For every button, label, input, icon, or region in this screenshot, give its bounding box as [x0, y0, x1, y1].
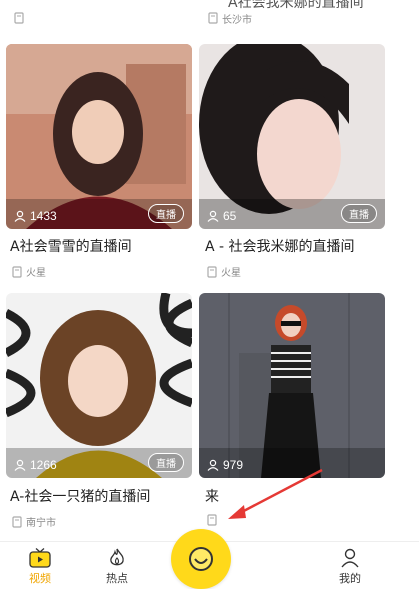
viewer-count-badge: 1433 [14, 209, 57, 223]
person-icon [14, 210, 26, 222]
stream-location: 火星 [12, 264, 46, 279]
flame-icon [110, 548, 124, 566]
thumbnail-image-4 [199, 293, 385, 478]
location-icon [14, 12, 24, 24]
tv-icon [29, 548, 51, 568]
stream-title[interactable]: A-社会一只猪的直播间 [10, 486, 150, 506]
tab-video-label: 视频 [29, 572, 51, 585]
stream-title[interactable]: 来 [205, 486, 219, 506]
top-right-location: 长沙市 [222, 15, 252, 26]
location-text: 南宁市 [26, 518, 56, 529]
viewer-count-badge: 65 [207, 209, 236, 223]
stream-location [207, 514, 221, 526]
person-icon [207, 210, 219, 222]
top-partial-strip: 长沙市 A社会我米娜的直播间 [0, 0, 419, 34]
tab-hot[interactable]: 热点 [87, 544, 147, 588]
stream-thumbnail[interactable]: 1266 直播 [6, 293, 192, 478]
location-text: 火星 [26, 268, 46, 279]
top-right-title-fragment: A社会我米娜的直播间 [228, 0, 364, 11]
location-text: 火星 [221, 268, 241, 279]
thumbnail-image-2 [199, 44, 385, 229]
live-badge: 直播 [148, 453, 184, 472]
live-badge: 直播 [341, 204, 377, 223]
viewer-count: 979 [223, 458, 244, 472]
viewer-count: 1266 [30, 458, 57, 472]
person-icon [14, 459, 26, 471]
location-icon [12, 515, 22, 528]
location-icon [207, 514, 217, 526]
stream-location: 南宁市 [12, 514, 56, 529]
tab-hot-label: 热点 [106, 572, 128, 585]
stream-thumbnail[interactable]: 979 [199, 293, 385, 478]
stream-location: 火星 [207, 264, 241, 279]
smile-icon [189, 547, 213, 571]
tab-mine-label: 我的 [339, 572, 361, 585]
stream-thumbnail[interactable]: 65 直播 [199, 44, 385, 229]
viewer-count-badge: 1266 [14, 458, 57, 472]
viewer-count: 1433 [30, 209, 57, 223]
user-icon [341, 548, 359, 568]
thumbnail-image-1 [6, 44, 192, 229]
tab-mine[interactable]: 我的 [320, 544, 380, 588]
location-icon [208, 12, 218, 24]
stream-title[interactable]: A - 社会我米娜的直播间 [205, 236, 355, 256]
tab-video[interactable]: 视频 [10, 544, 70, 588]
viewer-count-badge: 979 [207, 458, 243, 472]
location-icon [12, 265, 22, 278]
stream-title[interactable]: A社会雪雪的直播间 [10, 236, 132, 256]
location-icon [207, 265, 217, 278]
center-live-button[interactable] [171, 529, 231, 589]
live-badge: 直播 [148, 204, 184, 223]
viewer-count: 65 [223, 209, 237, 223]
stream-thumbnail[interactable]: 1433 直播 [6, 44, 192, 229]
thumbnail-image-3 [6, 293, 192, 478]
person-icon [207, 459, 219, 471]
